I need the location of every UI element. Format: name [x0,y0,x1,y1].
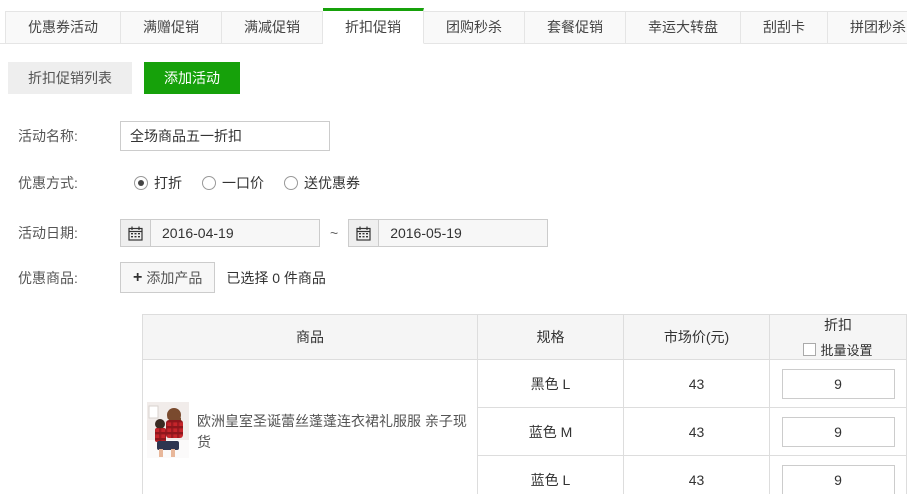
radio-label: 一口价 [222,173,264,193]
spec-cell: 蓝色 M [478,408,624,456]
tab-full-gift-promo[interactable]: 满赠促销 [121,11,222,44]
tab-full-reduction-promo[interactable]: 满减促销 [222,11,323,44]
batch-set-label: 批量设置 [820,340,872,359]
goods-discount-table: 商品 规格 市场价(元) 折扣 批量设置 [142,314,907,494]
radio-unselected-icon[interactable] [284,176,298,190]
tab-discount-promo[interactable]: 折扣促销 [323,8,424,44]
subtab-add-activity[interactable]: 添加活动 [144,62,240,94]
radio-option-fixed-price[interactable]: 一口价 [202,173,264,193]
activity-name-row: 活动名称: [0,121,907,151]
radio-option-dazhe[interactable]: 打折 [134,173,182,193]
product-title: 欧洲皇室圣诞蕾丝蓬蓬连衣裙礼服服 亲子现货 [197,411,471,452]
batch-set-checkbox[interactable] [803,343,816,356]
date-range-separator: ~ [330,225,338,241]
tab-package-promo[interactable]: 套餐促销 [525,11,626,44]
plus-icon: + [133,270,142,286]
selected-count-text: 已选择 0 件商品 [226,268,326,288]
activity-name-label: 活动名称: [0,126,120,146]
price-cell: 43 [624,360,770,408]
spec-cell: 蓝色 L [478,456,624,494]
end-date-value: 2016-05-19 [379,225,462,241]
tab-coupon-activity[interactable]: 优惠券活动 [5,11,121,44]
tab-group-buy-flash[interactable]: 团购秒杀 [424,11,525,44]
discount-input[interactable] [782,417,895,447]
activity-date-row: 活动日期: 2016-04-19 ~ 2016-05-19 [0,219,907,247]
radio-option-give-coupon[interactable]: 送优惠券 [284,173,360,193]
price-cell: 43 [624,456,770,494]
radio-selected-icon[interactable] [134,176,148,190]
add-product-label: 添加产品 [146,268,202,288]
price-cell: 43 [624,408,770,456]
activity-date-label: 活动日期: [0,223,120,243]
radio-label: 送优惠券 [304,173,360,193]
discount-type-row: 优惠方式: 打折 一口价 送优惠券 [0,173,907,193]
table-header-row: 商品 规格 市场价(元) 折扣 批量设置 [143,315,907,360]
discount-input[interactable] [782,369,895,399]
discount-cell [770,360,907,408]
tab-scratch-card[interactable]: 刮刮卡 [741,11,828,44]
discount-input[interactable] [782,465,895,494]
tab-lucky-wheel[interactable]: 幸运大转盘 [626,11,741,44]
sub-tab-bar: 折扣促销列表 添加活动 [8,62,907,94]
add-product-button[interactable]: + 添加产品 [120,262,215,293]
header-price: 市场价(元) [624,315,770,360]
product-thumbnail-image [147,402,189,461]
spec-cell: 黑色 L [478,360,624,408]
activity-name-input[interactable] [120,121,330,151]
promo-goods-row: 优惠商品: + 添加产品 已选择 0 件商品 [0,262,907,293]
end-date-picker[interactable]: 2016-05-19 [348,219,548,247]
discount-type-label: 优惠方式: [0,173,120,193]
header-spec: 规格 [478,315,624,360]
header-product: 商品 [143,315,478,360]
batch-set-wrap: 批量设置 [770,340,906,359]
start-date-value: 2016-04-19 [151,225,234,241]
subtab-discount-list[interactable]: 折扣促销列表 [8,62,132,94]
promotion-tab-bar: 优惠券活动 满赠促销 满减促销 折扣促销 团购秒杀 套餐促销 幸运大转盘 刮刮卡… [0,8,907,44]
calendar-icon[interactable] [121,220,151,246]
table-row: 欧洲皇室圣诞蕾丝蓬蓬连衣裙礼服服 亲子现货 黑色 L 43 [143,360,907,408]
start-date-picker[interactable]: 2016-04-19 [120,219,320,247]
header-discount-title: 折扣 [770,315,906,335]
discount-cell [770,408,907,456]
discount-type-options: 打折 一口价 送优惠券 [134,173,360,193]
calendar-icon[interactable] [349,220,379,246]
tab-pin-group-flash[interactable]: 拼团秒杀 [828,11,907,44]
radio-unselected-icon[interactable] [202,176,216,190]
product-cell: 欧洲皇室圣诞蕾丝蓬蓬连衣裙礼服服 亲子现货 [143,360,478,494]
promo-goods-label: 优惠商品: [0,268,120,288]
discount-cell [770,456,907,494]
header-discount: 折扣 批量设置 [770,315,907,360]
radio-label: 打折 [154,173,182,193]
